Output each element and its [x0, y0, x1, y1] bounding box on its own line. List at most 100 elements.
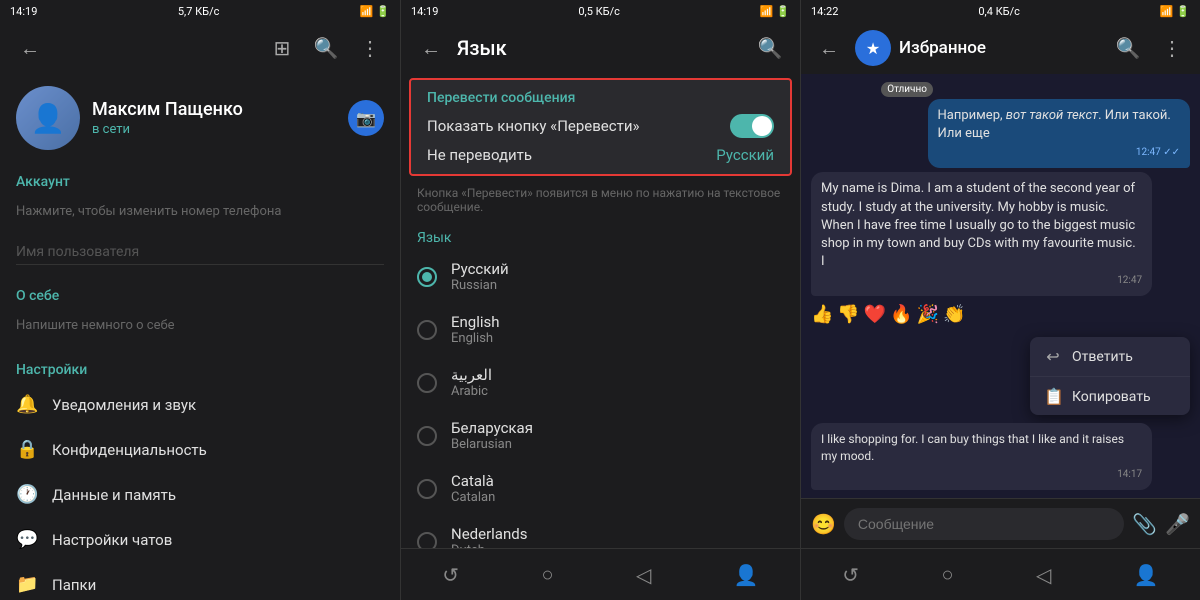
msg-text-3: I like shopping for. I can buy things th… [821, 432, 1124, 463]
lang-text-russian: Русский Russian [451, 260, 509, 293]
translate-section-title: Перевести сообщения [427, 90, 774, 106]
lang-catalan[interactable]: Català Catalan [401, 462, 800, 515]
about-hint: Напишите немного о себе [16, 318, 384, 333]
radio-catalan [417, 479, 437, 499]
message-input[interactable] [844, 508, 1124, 540]
data-icon: 🕐 [16, 484, 38, 505]
no-translate-row: Не переводить Русский [427, 146, 774, 164]
avatar: 👤 [16, 86, 80, 150]
attach-button[interactable]: 📎 [1132, 512, 1157, 536]
msg-outgoing-1: Например, вот такой текст. Или такой. Ил… [928, 99, 1190, 168]
status-time-1: 14:19 [10, 5, 37, 18]
emoji-thumbsdown[interactable]: 👎 [837, 304, 859, 325]
privacy-label: Конфиденциальность [52, 441, 207, 459]
chat-app-bar: ← ★ Избранное 🔍 ⋮ [801, 22, 1200, 74]
settings-label: Настройки [0, 350, 400, 382]
bottom-nav-2: ↺ ○ ◁ 👤 [401, 548, 800, 600]
settings-folders[interactable]: 📁 Папки [0, 562, 400, 600]
emoji-thumbsup[interactable]: 👍 [811, 304, 833, 325]
lang-name-english: English [451, 313, 500, 331]
nav-user-2[interactable]: 👤 [726, 555, 767, 595]
search-button-1[interactable]: 🔍 [308, 30, 344, 66]
grid-icon-1[interactable]: ⊞ [264, 30, 300, 66]
language-title: Язык [457, 36, 744, 60]
status-speed-1: 5,7 КБ/с [178, 5, 220, 18]
username-field[interactable]: Имя пользователя [0, 236, 400, 276]
lang-text-belarusian: Беларуская Belarusian [451, 419, 533, 452]
lang-dutch[interactable]: Nederlands Dutch [401, 515, 800, 548]
nav-user-3[interactable]: 👤 [1126, 555, 1167, 595]
status-bar-1: 14:19 5,7 КБ/с 📶 🔋 [0, 0, 400, 22]
msg-time-2: 12:47 [821, 274, 1142, 288]
status-speed-2: 0,5 КБ/с [578, 5, 620, 18]
radio-dutch [417, 532, 437, 549]
lang-text-catalan: Català Catalan [451, 472, 495, 505]
chat-title: Избранное [899, 38, 1102, 58]
lang-arabic[interactable]: العربية Arabic [401, 356, 800, 409]
lang-russian[interactable]: Русский Russian [401, 250, 800, 303]
emoji-heart[interactable]: ❤️ [864, 304, 886, 325]
emoji-button[interactable]: 😊 [811, 512, 836, 536]
chat-search-button[interactable]: 🔍 [1110, 30, 1146, 66]
emoji-clap[interactable]: 👏 [943, 304, 965, 325]
msg-text-1: Например, вот такой текст. Или такой. Ил… [938, 108, 1171, 141]
back-button-2[interactable]: ← [413, 30, 449, 66]
voice-button[interactable]: 🎤 [1165, 512, 1190, 536]
lang-native-belarusian: Belarusian [451, 437, 533, 452]
nav-back-3[interactable]: ◁ [1028, 555, 1059, 595]
context-copy[interactable]: 📋 Копировать [1030, 377, 1190, 415]
profile-info: Максим Пащенко в сети [92, 99, 336, 137]
app-bar-1: ← ⊞ 🔍 ⋮ [0, 22, 400, 74]
chat-input-bar: 😊 📎 🎤 [801, 498, 1200, 548]
back-button-3[interactable]: ← [811, 30, 847, 66]
language-section-label: Язык [401, 222, 800, 250]
lang-name-dutch: Nederlands [451, 525, 527, 543]
nav-home-3[interactable]: ○ [933, 554, 961, 595]
nav-recent-2[interactable]: ↺ [434, 555, 467, 595]
nav-back-2[interactable]: ◁ [628, 555, 659, 595]
translate-toggle[interactable] [730, 114, 774, 138]
lang-english[interactable]: English English [401, 303, 800, 356]
settings-chats[interactable]: 💬 Настройки чатов [0, 517, 400, 562]
emoji-party[interactable]: 🎉 [917, 304, 939, 325]
search-button-2[interactable]: 🔍 [752, 30, 788, 66]
account-label: Аккаунт [0, 162, 400, 196]
settings-data[interactable]: 🕐 Данные и память [0, 472, 400, 517]
reply-icon: ↩ [1044, 347, 1062, 366]
nav-home-2[interactable]: ○ [533, 554, 561, 595]
data-label: Данные и память [52, 486, 176, 504]
emoji-fire[interactable]: 🔥 [890, 304, 912, 325]
about-field[interactable]: Напишите немного о себе [0, 310, 400, 350]
settings-privacy[interactable]: 🔒 Конфиденциальность [0, 427, 400, 472]
context-reply[interactable]: ↩ Ответить [1030, 337, 1190, 377]
lang-text-english: English English [451, 313, 500, 346]
chat-more-button[interactable]: ⋮ [1154, 30, 1190, 66]
phone-field[interactable]: Нажмите, чтобы изменить номер телефона [0, 196, 400, 236]
back-button-1[interactable]: ← [12, 30, 48, 66]
radio-arabic [417, 373, 437, 393]
settings-notifications[interactable]: 🔔 Уведомления и звук [0, 382, 400, 427]
lang-name-catalan: Català [451, 472, 495, 490]
status-time-2: 14:19 [411, 5, 438, 18]
chat-title-group: Избранное [899, 38, 1102, 58]
lang-text-arabic: العربية Arabic [451, 366, 492, 399]
msg-group-1: Отлично Например, вот такой текст. Или т… [881, 82, 1190, 168]
lang-text-dutch: Nederlands Dutch [451, 525, 527, 548]
status-icons-1: 📶 🔋 [360, 5, 390, 18]
no-translate-value: Русский [716, 146, 774, 164]
profile-section: 👤 Максим Пащенко в сети 📷 [0, 74, 400, 162]
notifications-icon: 🔔 [16, 394, 38, 415]
camera-button[interactable]: 📷 [348, 100, 384, 136]
lang-native-russian: Russian [451, 278, 509, 293]
phone-hint: Нажмите, чтобы изменить номер телефона [16, 204, 384, 219]
nav-recent-3[interactable]: ↺ [834, 555, 867, 595]
msg-tag: Отлично [881, 82, 933, 97]
msg-text-2: My name is Dima. I am a student of the s… [821, 181, 1136, 269]
status-icons-2: 📶 🔋 [760, 5, 790, 18]
show-translate-label: Показать кнопку «Перевести» [427, 117, 640, 135]
reply-label: Ответить [1072, 349, 1133, 365]
lang-belarusian[interactable]: Беларуская Belarusian [401, 409, 800, 462]
more-button-1[interactable]: ⋮ [352, 30, 388, 66]
lang-native-catalan: Catalan [451, 490, 495, 505]
msg-time-3: 14:17 [821, 468, 1142, 482]
